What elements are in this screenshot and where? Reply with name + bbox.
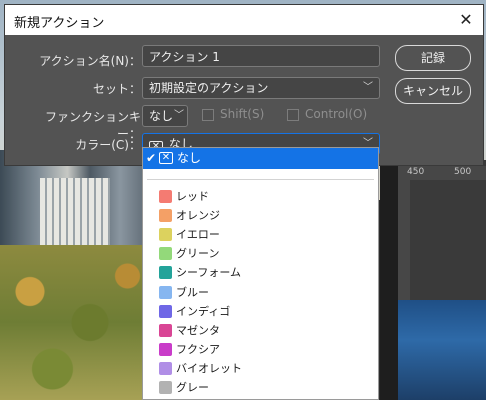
color-option-label: バイオレット	[176, 361, 242, 375]
color-option-label: マゼンタ	[176, 323, 220, 337]
set-select[interactable]: 初期設定のアクション ﹀	[142, 77, 380, 99]
chevron-down-icon: ﹀	[174, 110, 184, 121]
color-swatch-icon	[159, 381, 172, 394]
no-color-icon: ✕	[159, 152, 173, 164]
shift-label: Shift(S)	[220, 107, 265, 121]
new-action-dialog: 新規アクション ✕ アクション名(N)： セット： 初期設定のアクション ﹀ フ…	[4, 4, 484, 166]
chevron-down-icon: ﹀	[363, 82, 373, 93]
color-option-label: なし	[177, 151, 202, 165]
color-label: カラー(C)：	[75, 138, 141, 152]
color-option-none[interactable]: ✔ ✕ なし	[143, 148, 378, 169]
control-checkbox[interactable]	[287, 109, 299, 121]
canvas-image	[398, 300, 486, 400]
color-dropdown-menu: ✔ ✕ なし レッドオレンジイエローグリーンシーフォーム ブルーインディゴマゼンタ…	[142, 147, 379, 400]
dialog-titlebar: 新規アクション ✕	[5, 5, 483, 35]
canvas-gutter	[380, 160, 398, 400]
color-option-label: グレー	[176, 381, 209, 394]
set-label: セット：	[92, 82, 141, 96]
color-swatch-icon	[159, 285, 172, 299]
color-option[interactable]: レッド	[143, 187, 378, 206]
color-option-label: フクシア	[176, 342, 220, 356]
color-option[interactable]: マゼンタ	[143, 321, 378, 340]
menu-divider	[147, 179, 374, 180]
color-swatch-icon	[159, 209, 172, 223]
color-option[interactable]: シーフォーム	[143, 263, 378, 282]
color-swatch-icon	[159, 361, 172, 375]
building-facade	[40, 178, 110, 248]
function-key-value: なし	[149, 109, 174, 123]
record-button[interactable]: 記録	[395, 45, 471, 71]
color-option-label: レッド	[176, 190, 209, 203]
action-name-input[interactable]	[143, 46, 379, 66]
dialog-title: 新規アクション	[14, 16, 105, 31]
color-option[interactable]: インディゴ	[143, 302, 378, 321]
color-option[interactable]: グリーン	[143, 244, 378, 263]
color-option[interactable]: ブルー	[143, 283, 378, 302]
cancel-button[interactable]: キャンセル	[395, 78, 471, 104]
color-option-label: オレンジ	[176, 209, 220, 223]
color-option[interactable]: バイオレット	[143, 359, 378, 378]
color-option-label: ブルー	[176, 285, 209, 299]
set-select-value: 初期設定のアクション	[149, 81, 269, 95]
color-option-label: イエロー	[176, 228, 220, 242]
color-swatch-icon	[159, 190, 172, 203]
vertical-ruler	[398, 180, 410, 300]
color-option-label: シーフォーム	[176, 266, 242, 280]
ruler-tick-label: 450	[407, 167, 425, 177]
horizontal-ruler: 450 500	[398, 166, 486, 180]
color-swatch-icon	[159, 323, 172, 337]
control-label: Control(O)	[305, 107, 368, 121]
color-swatch-icon	[159, 342, 172, 356]
color-swatch-icon	[159, 266, 172, 280]
action-name-label: アクション名(N)：	[39, 54, 141, 68]
color-swatch-icon	[159, 228, 172, 242]
action-name-field[interactable]	[142, 45, 380, 67]
close-icon[interactable]: ✕	[455, 9, 477, 31]
color-option[interactable]: オレンジ	[143, 206, 378, 225]
color-swatch-icon	[159, 304, 172, 318]
color-swatch-icon	[159, 247, 172, 261]
checkmark-icon: ✔	[146, 151, 157, 165]
color-option[interactable]: グレー	[143, 378, 378, 397]
park-trees	[0, 245, 150, 400]
ruler-tick-label: 500	[454, 167, 472, 177]
shift-checkbox[interactable]	[202, 109, 214, 121]
color-option-label: グリーン	[176, 247, 220, 261]
color-option-label: インディゴ	[176, 304, 231, 318]
color-option[interactable]: イエロー	[143, 225, 378, 244]
color-option[interactable]: フクシア	[143, 340, 378, 359]
function-key-select[interactable]: なし ﹀	[142, 105, 188, 127]
